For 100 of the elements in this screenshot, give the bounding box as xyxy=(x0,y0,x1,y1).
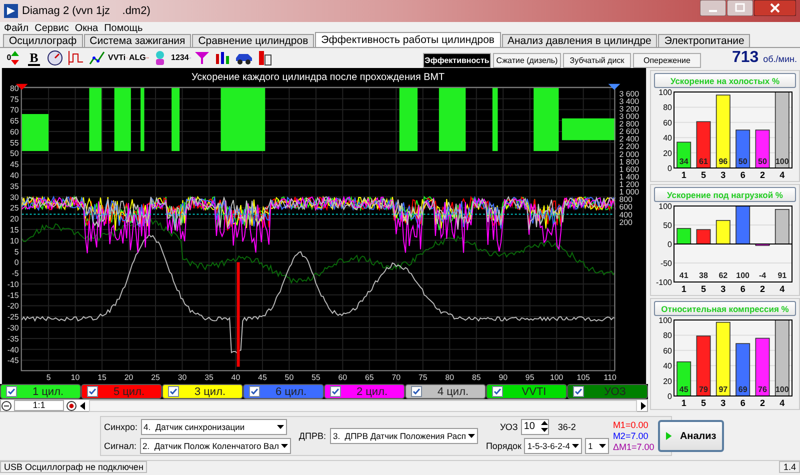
axis-tick-label: 45 xyxy=(10,160,19,170)
tab[interactable]: Зубчатый диск xyxy=(562,53,631,68)
category-label: 1 xyxy=(681,398,686,408)
category-label: 2 xyxy=(760,284,765,294)
checkbox[interactable] xyxy=(330,386,341,398)
checkbox[interactable] xyxy=(411,386,422,398)
bar xyxy=(755,338,770,396)
toolbar-button[interactable] xyxy=(87,49,107,67)
legend-item[interactable]: 1 цил. xyxy=(0,384,81,399)
checkbox[interactable] xyxy=(492,386,503,398)
axis-tick-label: 10 xyxy=(70,373,80,382)
legend-item[interactable]: 3 цил. xyxy=(162,384,243,399)
toolbar-button[interactable]: B xyxy=(24,49,44,67)
axis-tick-label: 45 xyxy=(258,373,267,382)
tab[interactable]: Эффективность работы цилиндров xyxy=(315,32,500,47)
value-label: 96 xyxy=(718,157,728,166)
check-icon xyxy=(493,387,502,396)
analyze-button[interactable]: Анализ xyxy=(658,420,724,452)
toolbar-button[interactable] xyxy=(45,49,65,67)
dropdown[interactable]: 1-5-3-6-2-4 xyxy=(524,438,582,454)
legend-item[interactable]: VVTI xyxy=(486,384,567,399)
tab[interactable]: Система зажигания xyxy=(84,34,192,47)
tab[interactable]: Анализ давления в цилиндре xyxy=(502,34,658,47)
axis-tick-label: 0 xyxy=(14,258,19,268)
tab[interactable]: Опережение xyxy=(632,53,701,68)
value-label: 100 xyxy=(775,157,789,166)
value-label: 97 xyxy=(718,385,728,394)
toolbar-button[interactable]: VVTi xyxy=(108,49,128,67)
category-label: 2 xyxy=(760,398,765,408)
rpm-readout: 713 об./мин. xyxy=(732,49,797,67)
legend-item[interactable]: 2 цил. xyxy=(324,384,405,399)
axis-tick-label: 65 xyxy=(365,373,374,382)
check-icon xyxy=(574,387,583,396)
axis-tick-label: -40 xyxy=(7,345,19,354)
zoom-ratio: 1:1 xyxy=(14,400,64,411)
menu-item[interactable]: Помощь xyxy=(104,22,143,34)
field-label: УОЗ xyxy=(500,422,518,432)
tab[interactable]: Сжатие (дизель) xyxy=(492,53,561,68)
checkbox[interactable] xyxy=(249,386,260,398)
legend-item[interactable]: 4 цил. xyxy=(405,384,486,399)
checkbox[interactable] xyxy=(87,386,98,398)
toolbar-button[interactable]: 1234 xyxy=(171,49,191,67)
category-label: 5 xyxy=(701,398,706,408)
menu-item[interactable]: Окна xyxy=(74,22,98,34)
axis-tick-label: -30 xyxy=(7,324,19,333)
bar xyxy=(736,206,750,244)
axis-tick-label: -50 xyxy=(660,259,672,268)
axis-tick-label: 100 xyxy=(658,202,672,211)
toolbar-button[interactable]: 0 xyxy=(3,49,23,67)
dropdown[interactable]: 4. Датчик синхронизации xyxy=(140,418,287,434)
bar xyxy=(736,130,750,168)
axis-tick-label: 3 600 xyxy=(619,89,640,98)
toolbar-button[interactable]: ALG xyxy=(129,49,149,67)
axis-tick-label: 35 xyxy=(10,182,19,191)
chart-title: Ускорение каждого цилиндра после прохождения ВМТ xyxy=(191,72,445,83)
checkbox[interactable] xyxy=(573,386,584,398)
checkbox[interactable] xyxy=(168,386,179,398)
value-label: 45 xyxy=(679,385,688,394)
menu-item[interactable]: Сервис xyxy=(34,22,69,34)
value-label: 62 xyxy=(718,271,728,280)
tab[interactable]: Эффективность xyxy=(422,53,491,68)
legend-item[interactable]: 6 цил. xyxy=(243,384,324,399)
legend-item[interactable]: 5 цил. xyxy=(81,384,162,399)
bar xyxy=(736,343,750,396)
maximize-button[interactable] xyxy=(727,0,753,16)
scroll-right-icon[interactable] xyxy=(639,402,647,410)
axis-tick-label: 20 xyxy=(663,376,672,386)
zoom-out-button[interactable] xyxy=(1,400,12,410)
axis-tick-label: -15 xyxy=(7,290,19,300)
axis-tick-label: 25 xyxy=(151,373,160,382)
tab[interactable]: Осциллограф xyxy=(3,34,83,47)
caret-icon xyxy=(468,434,475,438)
scrollbar[interactable] xyxy=(89,400,637,412)
tab[interactable]: Электропитание xyxy=(658,34,750,47)
axis-tick-label: 1 600 xyxy=(619,164,640,174)
zoom-in-button[interactable] xyxy=(66,400,77,410)
dropdown[interactable]: 3. ДПРВ Датчик Положения Расп xyxy=(330,428,478,444)
axis-tick-label: 20 xyxy=(10,214,19,224)
axis-tick-label: 1 200 xyxy=(619,180,640,190)
menu-item[interactable]: Файл xyxy=(4,22,29,34)
minimize-button[interactable] xyxy=(700,0,726,16)
marker-readout: M1=0.00 xyxy=(612,420,650,430)
spin-arrows-icon xyxy=(540,421,548,432)
caret-icon xyxy=(572,444,579,448)
spin-field[interactable]: 10 xyxy=(520,418,549,434)
axis-tick-label: 20 xyxy=(663,148,672,158)
dropdown[interactable]: 1 xyxy=(584,438,609,454)
axis-tick-label: -5 xyxy=(12,269,19,278)
dropdown[interactable]: 2. Датчик Полож Коленчатого Вал xyxy=(140,438,291,454)
close-button[interactable] xyxy=(754,0,796,16)
caret-icon xyxy=(280,444,288,448)
axis-tick-label: 20 xyxy=(124,373,134,382)
scroll-left-icon[interactable] xyxy=(79,402,87,410)
tab[interactable]: Сравнение цилиндров xyxy=(192,34,314,47)
axis-tick-label: 40 xyxy=(663,134,672,143)
axis-tick-label: 90 xyxy=(498,373,508,382)
checkbox[interactable] xyxy=(6,386,17,398)
axis-tick-label: 60 xyxy=(663,346,672,356)
gauge-icon xyxy=(47,50,63,66)
line-chart-icon xyxy=(89,50,105,66)
